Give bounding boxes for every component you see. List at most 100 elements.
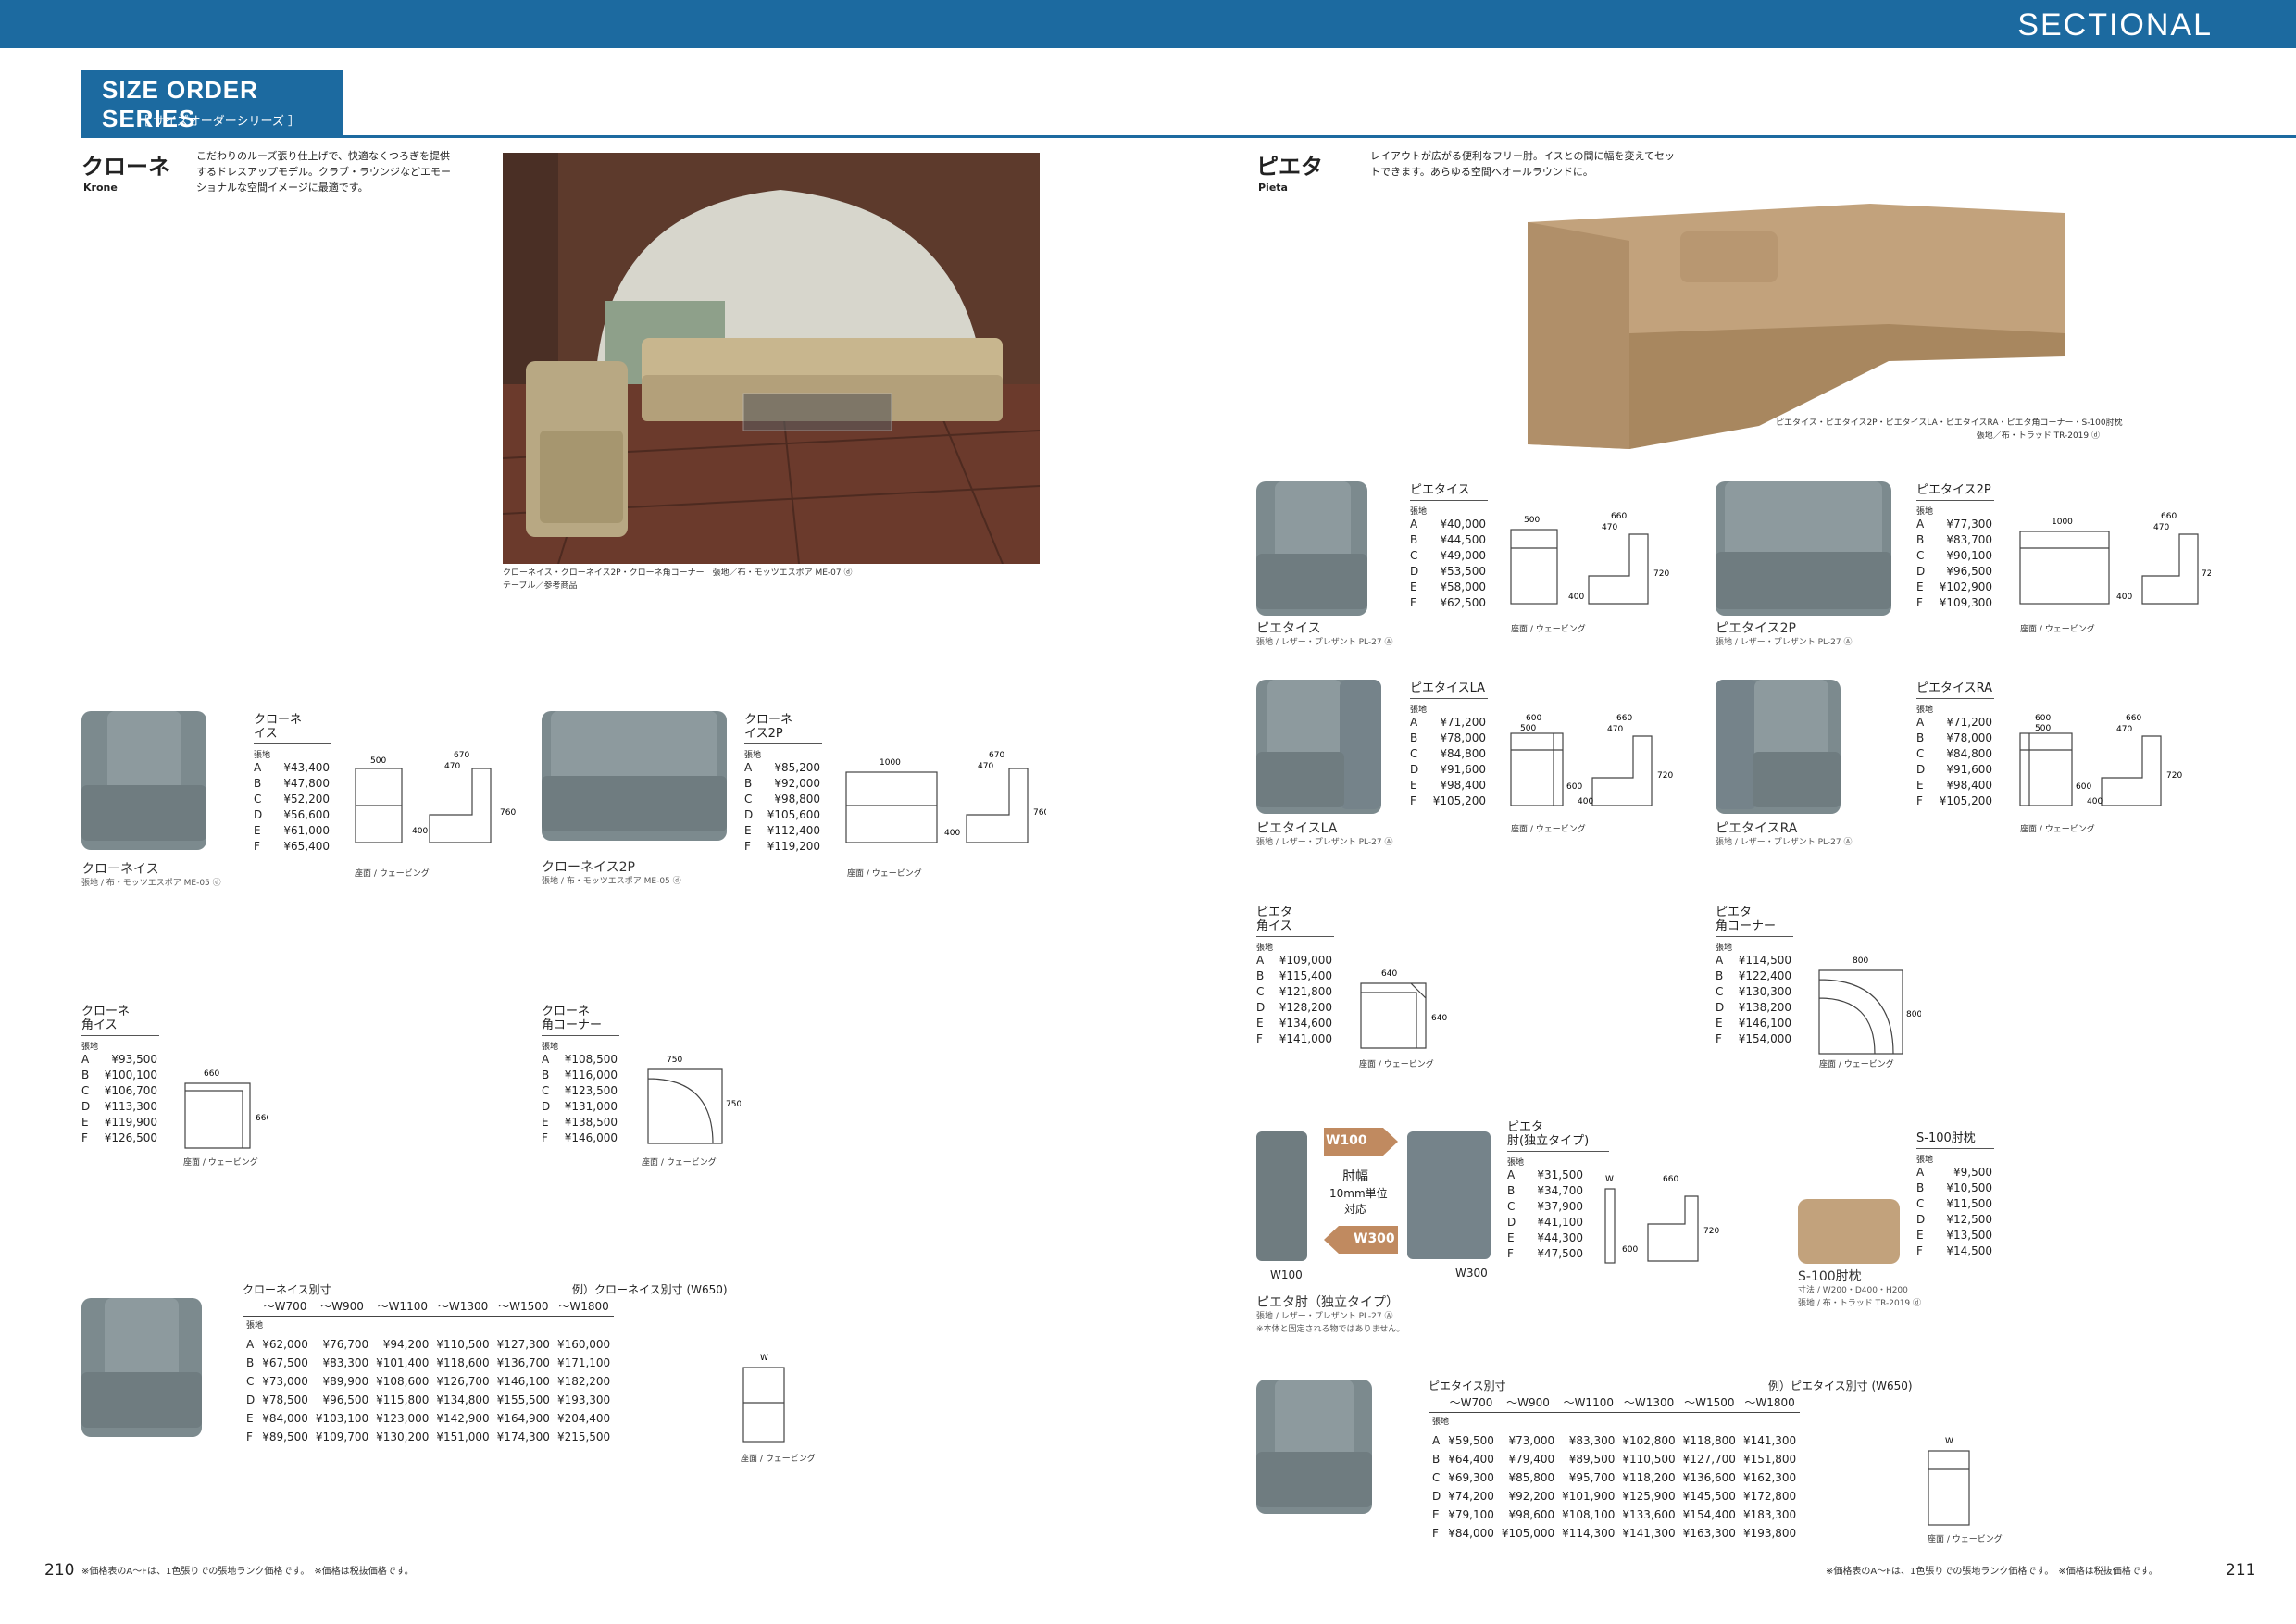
grade-label: 張地 <box>1716 943 1733 953</box>
product-name: クローネ イス <box>254 713 331 744</box>
price-table: A ¥77,300 B ¥83,700 C ¥90,100 D ¥96,500 E ¥10… <box>1916 518 1992 609</box>
table-row: B ¥67,500 ¥83,300 ¥101,400 ¥118,600 ¥136,700 ¥… <box>246 1356 611 1369</box>
top-bar <box>0 0 2296 48</box>
svg-text:500: 500 <box>1524 516 1540 525</box>
armrest-support-text: 対応 <box>1344 1203 1367 1216</box>
product-name: ピエタ 角イス <box>1256 906 1334 937</box>
s100-pricecard: S-100肘枕 張地 A ¥9,500 B ¥10,500 C ¥11,500 D ¥1… <box>1916 1131 1994 1259</box>
footer-note-left: ※価格表のA〜Fは、1色張りでの張地ランク価格です。 ※価格は税抜価格です。 <box>81 1567 414 1577</box>
product-name: ピエタイスRA <box>1916 681 1994 699</box>
price-table: A ¥114,500 B ¥122,400 C ¥130,300 D ¥138,200 … <box>1716 954 1791 1045</box>
krone-photo-caption: クローネイス・クローネイス2P・クローネ角コーナー 張地／布・モッツエスポア M… <box>503 568 853 591</box>
table-row: D ¥74,200 ¥92,200 ¥101,900 ¥125,900 ¥145,500 ¥… <box>1432 1490 1797 1503</box>
pieta-isura-drawing-label: 座面 / ウェービング <box>2020 825 2095 834</box>
svg-text:760: 760 <box>500 808 516 818</box>
svg-text:720: 720 <box>2166 771 2182 781</box>
pieta-custom-drawing-label: 座面 / ウェービング <box>1928 1535 2003 1544</box>
table-row: A ¥59,500 ¥73,000 ¥83,300 ¥102,800 ¥118,800 ¥1… <box>1432 1434 1797 1447</box>
svg-text:400: 400 <box>944 829 960 838</box>
krone-isu2p-material: 張地 / 布・モッツエスポア ME-05 ⓓ <box>542 877 681 886</box>
svg-text:400: 400 <box>2116 593 2132 602</box>
table-row: D ¥78,500 ¥96,500 ¥115,800 ¥134,800 ¥155,500 ¥… <box>246 1393 611 1406</box>
svg-text:400: 400 <box>2087 797 2103 806</box>
pieta-custom-drawing: W <box>1928 1437 1970 1526</box>
pieta-hiji-pricecard: ピエタ 肘(独立タイプ) 張地 A ¥31,500 B ¥34,700 C ¥37,9… <box>1507 1120 1609 1262</box>
svg-text:1000: 1000 <box>2052 518 2073 527</box>
table-row: A ¥62,000 ¥76,700 ¥94,200 ¥110,500 ¥127,300 ¥1… <box>246 1338 611 1351</box>
svg-text:400: 400 <box>1568 593 1584 602</box>
armrest-w100-tag: W100 <box>1326 1133 1367 1148</box>
krone-custom-title: クローネイス別寸 <box>243 1283 331 1296</box>
svg-text:470: 470 <box>978 762 993 771</box>
pieta-isu2p-pricecard: ピエタイス2P 張地 A ¥77,300 B ¥83,700 C ¥90,100 D ¥… <box>1916 483 1994 611</box>
svg-text:720: 720 <box>1703 1227 1719 1236</box>
svg-text:660: 660 <box>256 1114 268 1123</box>
product-name: クローネ 角コーナー <box>542 1005 619 1036</box>
krone-description: こだわりのルーズ張り仕上げで、快適なくつろぎを提供するドレスアップモデル。クラブ… <box>196 150 451 194</box>
pieta-description: レイアウトが広がる便利なフリー肘。イスとの間に幅を変えてセットできます。あらゆる… <box>1370 150 1676 178</box>
krone-kakucorner-drawing: 750 750 <box>647 1056 741 1144</box>
section-title: SECTIONAL <box>2017 7 2213 43</box>
krone-kakuisu-pricecard: クローネ 角イス 張地 A ¥93,500 B ¥100,100 C ¥106,700… <box>81 1005 159 1146</box>
pieta-kakuisu-drawing-label: 座面 / ウェービング <box>1359 1060 1434 1069</box>
svg-text:W: W <box>1945 1437 1953 1446</box>
krone-isu-material: 張地 / 布・モッツエスポア ME-05 ⓓ <box>81 879 221 888</box>
pieta-hiji-drawing: W 660 600 720 <box>1604 1175 1719 1264</box>
pieta-title-en: Pieta <box>1258 181 1288 194</box>
svg-text:660: 660 <box>2161 512 2177 521</box>
svg-text:660: 660 <box>204 1069 219 1079</box>
grade-label: 張地 <box>1256 943 1274 953</box>
grade-label: 張地 <box>1410 706 1428 715</box>
table-row: F ¥84,000 ¥105,000 ¥114,300 ¥141,300 ¥163,300… <box>1432 1527 1797 1540</box>
svg-text:600: 600 <box>1526 714 1541 723</box>
series-subtitle: ［ サイズオーダーシリーズ ］ <box>137 115 300 129</box>
s100-spec: 寸法 / W200・D400・H200 <box>1798 1286 1908 1295</box>
pieta-isu-drawing-label: 座面 / ウェービング <box>1511 625 1586 634</box>
krone-isu-image <box>81 711 206 850</box>
grade-label: 張地 <box>542 1043 559 1052</box>
s100-image <box>1798 1199 1900 1264</box>
svg-text:500: 500 <box>1520 724 1536 733</box>
pieta-isula-drawing-label: 座面 / ウェービング <box>1511 825 1586 834</box>
krone-kakucorner-pricecard: クローネ 角コーナー 張地 A ¥108,500 B ¥116,000 C ¥123,… <box>542 1005 619 1146</box>
krone-custom-table: 〜W700 〜W900 〜W1100 〜W1300 〜W1500 〜W1800 張地 A… <box>243 1296 615 1446</box>
armrest-w300-tag: W300 <box>1354 1231 1395 1246</box>
table-row: E ¥84,000 ¥103,100 ¥123,000 ¥142,900 ¥164,900… <box>246 1412 611 1425</box>
series-badge: SIZE ORDER SERIES ［ サイズオーダーシリーズ ］ <box>81 70 343 135</box>
price-table: A ¥108,500 B ¥116,000 C ¥123,500 D ¥131,000 … <box>542 1053 618 1144</box>
pieta-kakuisu-pricecard: ピエタ 角イス 張地 A ¥109,000 B ¥115,400 C ¥121,800… <box>1256 906 1334 1047</box>
pieta-isu-image <box>1256 481 1367 616</box>
pieta-isura-material: 張地 / レザー・プレザント PL-27 Ⓐ <box>1716 838 1853 847</box>
table-row: F ¥89,500 ¥109,700 ¥130,200 ¥151,000 ¥174,300… <box>246 1430 611 1443</box>
krone-custom-drawing: W <box>742 1354 785 1443</box>
pieta-photo-caption: ピエタイス・ピエタイス2P・ピエタイスLA・ピエタイスRA・ピエタ角コーナー・S… <box>1776 418 2123 441</box>
svg-text:400: 400 <box>1578 797 1593 806</box>
svg-text:800: 800 <box>1906 1010 1921 1019</box>
krone-custom-drawing-label: 座面 / ウェービング <box>741 1455 816 1464</box>
pieta-custom-example: 例）ピエタイス別寸 (W650) <box>1768 1380 1913 1393</box>
svg-text:600: 600 <box>1566 782 1582 792</box>
krone-kakuisu-drawing-label: 座面 / ウェービング <box>183 1158 258 1168</box>
svg-text:470: 470 <box>1607 725 1623 734</box>
pieta-kakucorner-drawing: 800 800 <box>1818 956 1921 1055</box>
krone-title: クローネ <box>81 154 170 180</box>
armrest-w100-image <box>1256 1131 1307 1261</box>
pieta-isula-drawing: 600 500 660 470 600 400 720 <box>1510 714 1673 806</box>
svg-text:1000: 1000 <box>880 758 901 768</box>
svg-text:670: 670 <box>454 751 469 760</box>
price-table: A ¥93,500 B ¥100,100 C ¥106,700 D ¥113,300 E… <box>81 1053 157 1144</box>
pieta-isu2p-label: ピエタイス2P <box>1716 621 1796 636</box>
grade-label: 張地 <box>1916 706 1934 715</box>
svg-text:400: 400 <box>412 827 428 836</box>
svg-text:600: 600 <box>2076 782 2091 792</box>
armrest-width-text: 肘幅 <box>1342 1169 1368 1184</box>
svg-text:760: 760 <box>1033 808 1046 818</box>
pieta-isu2p-drawing-label: 座面 / ウェービング <box>2020 625 2095 634</box>
grade-label: 張地 <box>1916 1156 1934 1165</box>
krone-isu-drawing-label: 座面 / ウェービング <box>355 869 430 879</box>
armrest-unit-text: 10mm単位 <box>1329 1187 1388 1200</box>
krone-photo <box>503 153 1040 564</box>
pieta-isu-drawing: 500 660 470 400 720 <box>1510 512 1669 605</box>
product-name: ピエタイスLA <box>1410 681 1488 699</box>
pieta-isula-pricecard: ピエタイスLA 張地 A ¥71,200 B ¥78,000 C ¥84,800 D ¥… <box>1410 681 1488 809</box>
